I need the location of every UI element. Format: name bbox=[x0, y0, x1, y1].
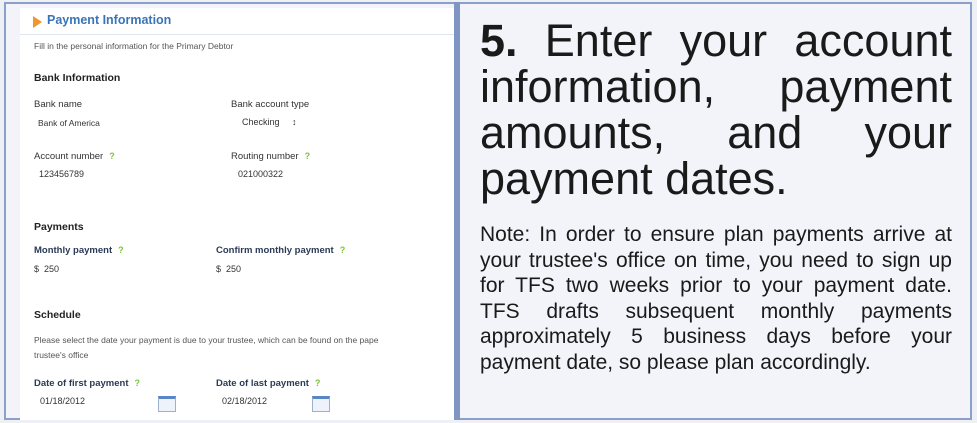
routing-number-field[interactable]: 021000322 bbox=[238, 169, 283, 179]
account-number-field[interactable]: 123456789 bbox=[39, 169, 84, 179]
monthly-payment-label-text: Monthly payment bbox=[34, 245, 113, 256]
payments-section-heading: Payments bbox=[34, 221, 84, 233]
monthly-payment-label: Monthly payment? bbox=[34, 245, 124, 256]
payment-form: Payment Information Fill in the personal… bbox=[20, 8, 454, 420]
step-text: Enter your account information, payment … bbox=[480, 15, 952, 204]
instruction-heading: 5. Enter your account information, payme… bbox=[480, 18, 952, 202]
panel-divider bbox=[454, 2, 460, 420]
bank-name-field[interactable]: Bank of America bbox=[38, 118, 100, 128]
bank-section-heading: Bank Information bbox=[34, 72, 121, 84]
account-number-label-text: Account number bbox=[34, 151, 104, 162]
account-type-value: Checking bbox=[242, 117, 280, 127]
form-header[interactable]: Payment Information bbox=[20, 10, 454, 35]
help-icon[interactable]: ? bbox=[118, 245, 124, 255]
last-payment-date-field[interactable]: 02/18/2012 bbox=[222, 396, 332, 412]
schedule-description-line2: trustee's office bbox=[34, 350, 89, 360]
account-type-select[interactable]: Checking ↕ bbox=[242, 117, 297, 127]
step-number: 5. bbox=[480, 15, 518, 66]
help-icon[interactable]: ? bbox=[109, 151, 115, 161]
account-type-label: Bank account type bbox=[231, 99, 310, 110]
help-icon[interactable]: ? bbox=[315, 378, 321, 388]
first-payment-label-text: Date of first payment bbox=[34, 378, 129, 389]
first-payment-date-value: 01/18/2012 bbox=[40, 396, 86, 406]
help-icon[interactable]: ? bbox=[340, 245, 346, 255]
help-icon[interactable]: ? bbox=[135, 378, 141, 388]
first-payment-date-field[interactable]: 01/18/2012 bbox=[40, 396, 176, 412]
form-intro: Fill in the personal information for the… bbox=[34, 41, 234, 51]
last-payment-label: Date of last payment? bbox=[216, 378, 320, 389]
account-number-label: Account number? bbox=[34, 151, 115, 162]
routing-number-label-text: Routing number bbox=[231, 151, 299, 162]
routing-number-label: Routing number? bbox=[231, 151, 310, 162]
instruction-note: Note: In order to ensure plan payments a… bbox=[480, 223, 952, 374]
schedule-section-heading: Schedule bbox=[34, 309, 81, 321]
calendar-icon[interactable] bbox=[312, 396, 330, 412]
schedule-description-line1: Please select the date your payment is d… bbox=[34, 335, 379, 345]
bank-name-label: Bank name bbox=[34, 99, 83, 110]
first-payment-label: Date of first payment? bbox=[34, 378, 140, 389]
select-arrows-icon: ↕ bbox=[292, 117, 297, 127]
last-payment-label-text: Date of last payment bbox=[216, 378, 309, 389]
confirm-payment-label-text: Confirm monthly payment bbox=[216, 245, 334, 256]
last-payment-date-value: 02/18/2012 bbox=[222, 396, 268, 406]
expand-arrow-icon[interactable] bbox=[33, 16, 42, 28]
confirm-payment-label: Confirm monthly payment? bbox=[216, 245, 345, 256]
calendar-icon[interactable] bbox=[158, 396, 176, 412]
form-title: Payment Information bbox=[47, 13, 172, 27]
confirm-payment-field[interactable]: $ 250 bbox=[216, 264, 241, 274]
monthly-payment-field[interactable]: $ 250 bbox=[34, 264, 59, 274]
help-icon[interactable]: ? bbox=[305, 151, 311, 161]
